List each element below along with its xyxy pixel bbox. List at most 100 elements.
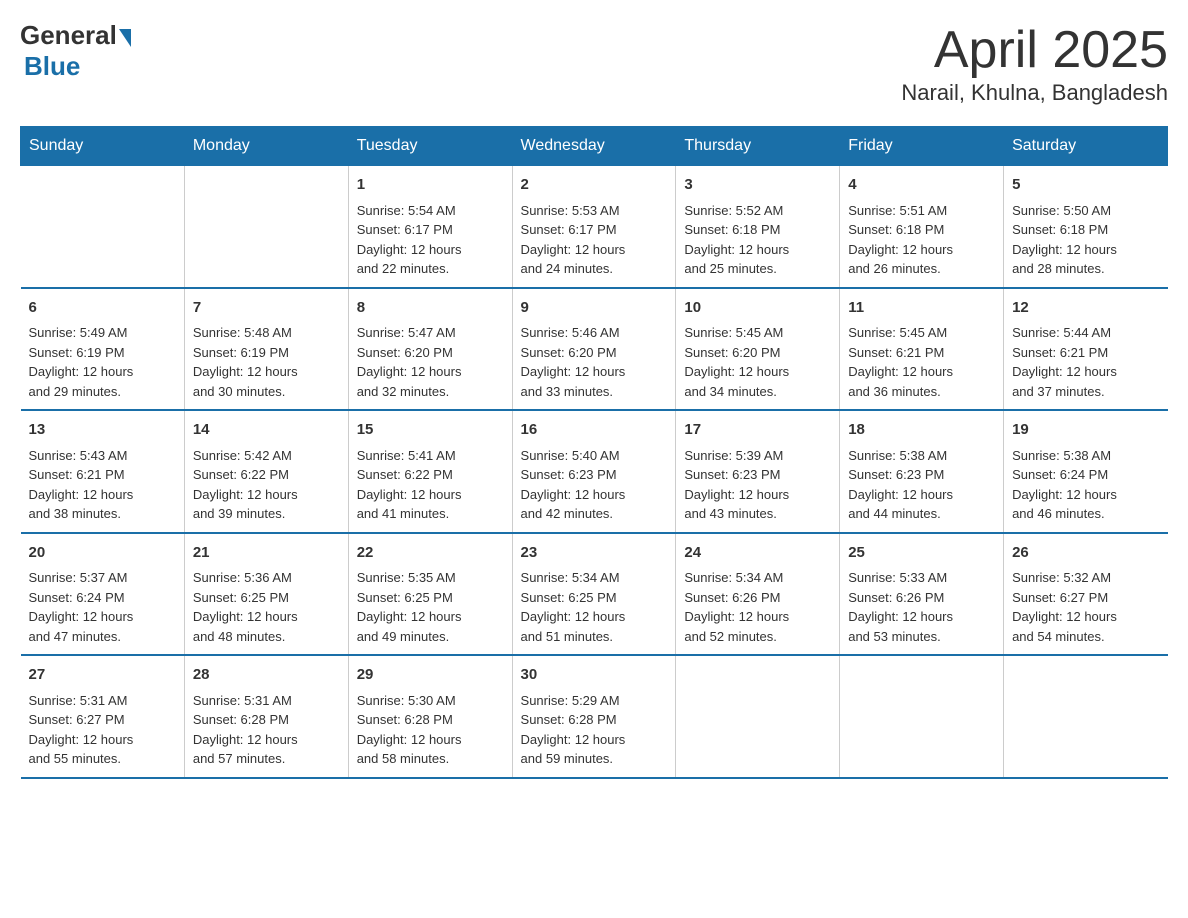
main-title: April 2025 bbox=[901, 20, 1168, 80]
logo-blue-text: Blue bbox=[24, 51, 80, 82]
subtitle: Narail, Khulna, Bangladesh bbox=[901, 80, 1168, 106]
calendar-cell bbox=[1004, 655, 1168, 778]
day-number: 1 bbox=[357, 174, 504, 197]
day-info: Sunrise: 5:41 AM Sunset: 6:22 PM Dayligh… bbox=[357, 446, 504, 524]
calendar-cell bbox=[184, 166, 348, 288]
calendar-cell: 21 Sunrise: 5:36 AM Sunset: 6:25 PM Dayli… bbox=[184, 533, 348, 656]
day-number: 2 bbox=[521, 174, 668, 197]
day-info: Sunrise: 5:30 AM Sunset: 6:28 PM Dayligh… bbox=[357, 691, 504, 769]
day-number: 7 bbox=[193, 297, 340, 320]
days-of-week-row: SundayMondayTuesdayWednesdayThursdayFrid… bbox=[21, 127, 1168, 166]
day-number: 6 bbox=[29, 297, 176, 320]
day-number: 11 bbox=[848, 297, 995, 320]
day-of-week-header-friday: Friday bbox=[840, 127, 1004, 166]
day-info: Sunrise: 5:40 AM Sunset: 6:23 PM Dayligh… bbox=[521, 446, 668, 524]
day-info: Sunrise: 5:45 AM Sunset: 6:20 PM Dayligh… bbox=[684, 323, 831, 401]
day-of-week-header-wednesday: Wednesday bbox=[512, 127, 676, 166]
title-section: April 2025 Narail, Khulna, Bangladesh bbox=[901, 20, 1168, 106]
day-number: 21 bbox=[193, 542, 340, 565]
day-number: 8 bbox=[357, 297, 504, 320]
calendar-cell: 23 Sunrise: 5:34 AM Sunset: 6:25 PM Dayli… bbox=[512, 533, 676, 656]
calendar-cell bbox=[676, 655, 840, 778]
day-number: 23 bbox=[521, 542, 668, 565]
day-number: 16 bbox=[521, 419, 668, 442]
day-info: Sunrise: 5:34 AM Sunset: 6:25 PM Dayligh… bbox=[521, 568, 668, 646]
day-info: Sunrise: 5:47 AM Sunset: 6:20 PM Dayligh… bbox=[357, 323, 504, 401]
calendar-cell: 19 Sunrise: 5:38 AM Sunset: 6:24 PM Dayli… bbox=[1004, 410, 1168, 533]
day-number: 10 bbox=[684, 297, 831, 320]
day-number: 20 bbox=[29, 542, 176, 565]
calendar-cell: 2 Sunrise: 5:53 AM Sunset: 6:17 PM Daylig… bbox=[512, 166, 676, 288]
day-info: Sunrise: 5:44 AM Sunset: 6:21 PM Dayligh… bbox=[1012, 323, 1159, 401]
day-number: 25 bbox=[848, 542, 995, 565]
calendar-cell: 13 Sunrise: 5:43 AM Sunset: 6:21 PM Dayli… bbox=[21, 410, 185, 533]
day-number: 27 bbox=[29, 664, 176, 687]
day-info: Sunrise: 5:50 AM Sunset: 6:18 PM Dayligh… bbox=[1012, 201, 1159, 279]
calendar-cell: 30 Sunrise: 5:29 AM Sunset: 6:28 PM Dayli… bbox=[512, 655, 676, 778]
calendar-cell: 18Sunrise: 5:38 AM Sunset: 6:23 PM Dayli… bbox=[840, 410, 1004, 533]
day-number: 19 bbox=[1012, 419, 1159, 442]
day-info: Sunrise: 5:43 AM Sunset: 6:21 PM Dayligh… bbox=[29, 446, 176, 524]
calendar-body: 1Sunrise: 5:54 AM Sunset: 6:17 PM Daylig… bbox=[21, 166, 1168, 778]
day-number: 15 bbox=[357, 419, 504, 442]
day-info: Sunrise: 5:32 AM Sunset: 6:27 PM Dayligh… bbox=[1012, 568, 1159, 646]
calendar-cell: 11 Sunrise: 5:45 AM Sunset: 6:21 PM Dayli… bbox=[840, 288, 1004, 411]
calendar-header: SundayMondayTuesdayWednesdayThursdayFrid… bbox=[21, 127, 1168, 166]
calendar-cell: 20 Sunrise: 5:37 AM Sunset: 6:24 PM Dayli… bbox=[21, 533, 185, 656]
calendar-cell: 22 Sunrise: 5:35 AM Sunset: 6:25 PM Dayli… bbox=[348, 533, 512, 656]
day-info: Sunrise: 5:33 AM Sunset: 6:26 PM Dayligh… bbox=[848, 568, 995, 646]
day-of-week-header-tuesday: Tuesday bbox=[348, 127, 512, 166]
calendar-cell: 3Sunrise: 5:52 AM Sunset: 6:18 PM Daylig… bbox=[676, 166, 840, 288]
calendar-cell: 25 Sunrise: 5:33 AM Sunset: 6:26 PM Dayli… bbox=[840, 533, 1004, 656]
calendar-cell: 10 Sunrise: 5:45 AM Sunset: 6:20 PM Dayli… bbox=[676, 288, 840, 411]
page-header: General Blue April 2025 Narail, Khulna, … bbox=[20, 20, 1168, 106]
calendar-cell: 12Sunrise: 5:44 AM Sunset: 6:21 PM Dayli… bbox=[1004, 288, 1168, 411]
day-info: Sunrise: 5:38 AM Sunset: 6:23 PM Dayligh… bbox=[848, 446, 995, 524]
calendar-week-4: 20 Sunrise: 5:37 AM Sunset: 6:24 PM Dayli… bbox=[21, 533, 1168, 656]
day-of-week-header-sunday: Sunday bbox=[21, 127, 185, 166]
calendar-cell: 4Sunrise: 5:51 AM Sunset: 6:18 PM Daylig… bbox=[840, 166, 1004, 288]
day-info: Sunrise: 5:45 AM Sunset: 6:21 PM Dayligh… bbox=[848, 323, 995, 401]
day-number: 22 bbox=[357, 542, 504, 565]
day-number: 13 bbox=[29, 419, 176, 442]
day-number: 28 bbox=[193, 664, 340, 687]
logo: General Blue bbox=[20, 20, 131, 82]
calendar-week-3: 13 Sunrise: 5:43 AM Sunset: 6:21 PM Dayli… bbox=[21, 410, 1168, 533]
calendar-cell: 15 Sunrise: 5:41 AM Sunset: 6:22 PM Dayli… bbox=[348, 410, 512, 533]
day-info: Sunrise: 5:29 AM Sunset: 6:28 PM Dayligh… bbox=[521, 691, 668, 769]
day-number: 30 bbox=[521, 664, 668, 687]
day-number: 24 bbox=[684, 542, 831, 565]
day-number: 29 bbox=[357, 664, 504, 687]
day-number: 3 bbox=[684, 174, 831, 197]
day-info: Sunrise: 5:37 AM Sunset: 6:24 PM Dayligh… bbox=[29, 568, 176, 646]
calendar-cell: 16 Sunrise: 5:40 AM Sunset: 6:23 PM Dayli… bbox=[512, 410, 676, 533]
day-info: Sunrise: 5:36 AM Sunset: 6:25 PM Dayligh… bbox=[193, 568, 340, 646]
calendar-cell: 8 Sunrise: 5:47 AM Sunset: 6:20 PM Daylig… bbox=[348, 288, 512, 411]
day-info: Sunrise: 5:31 AM Sunset: 6:27 PM Dayligh… bbox=[29, 691, 176, 769]
calendar-cell bbox=[21, 166, 185, 288]
calendar-cell: 6 Sunrise: 5:49 AM Sunset: 6:19 PM Daylig… bbox=[21, 288, 185, 411]
day-info: Sunrise: 5:48 AM Sunset: 6:19 PM Dayligh… bbox=[193, 323, 340, 401]
calendar-week-1: 1Sunrise: 5:54 AM Sunset: 6:17 PM Daylig… bbox=[21, 166, 1168, 288]
calendar-cell bbox=[840, 655, 1004, 778]
calendar-cell: 28Sunrise: 5:31 AM Sunset: 6:28 PM Dayli… bbox=[184, 655, 348, 778]
calendar-cell: 5 Sunrise: 5:50 AM Sunset: 6:18 PM Daylig… bbox=[1004, 166, 1168, 288]
calendar-cell: 27 Sunrise: 5:31 AM Sunset: 6:27 PM Dayli… bbox=[21, 655, 185, 778]
day-number: 17 bbox=[684, 419, 831, 442]
day-info: Sunrise: 5:38 AM Sunset: 6:24 PM Dayligh… bbox=[1012, 446, 1159, 524]
day-info: Sunrise: 5:49 AM Sunset: 6:19 PM Dayligh… bbox=[29, 323, 176, 401]
logo-general-text: General bbox=[20, 20, 117, 51]
day-number: 5 bbox=[1012, 174, 1159, 197]
day-of-week-header-saturday: Saturday bbox=[1004, 127, 1168, 166]
calendar-cell: 17Sunrise: 5:39 AM Sunset: 6:23 PM Dayli… bbox=[676, 410, 840, 533]
day-info: Sunrise: 5:35 AM Sunset: 6:25 PM Dayligh… bbox=[357, 568, 504, 646]
day-info: Sunrise: 5:46 AM Sunset: 6:20 PM Dayligh… bbox=[521, 323, 668, 401]
day-of-week-header-monday: Monday bbox=[184, 127, 348, 166]
day-number: 14 bbox=[193, 419, 340, 442]
calendar-cell: 24Sunrise: 5:34 AM Sunset: 6:26 PM Dayli… bbox=[676, 533, 840, 656]
day-info: Sunrise: 5:51 AM Sunset: 6:18 PM Dayligh… bbox=[848, 201, 995, 279]
day-of-week-header-thursday: Thursday bbox=[676, 127, 840, 166]
day-info: Sunrise: 5:53 AM Sunset: 6:17 PM Dayligh… bbox=[521, 201, 668, 279]
calendar-cell: 9Sunrise: 5:46 AM Sunset: 6:20 PM Daylig… bbox=[512, 288, 676, 411]
calendar-week-5: 27 Sunrise: 5:31 AM Sunset: 6:27 PM Dayli… bbox=[21, 655, 1168, 778]
